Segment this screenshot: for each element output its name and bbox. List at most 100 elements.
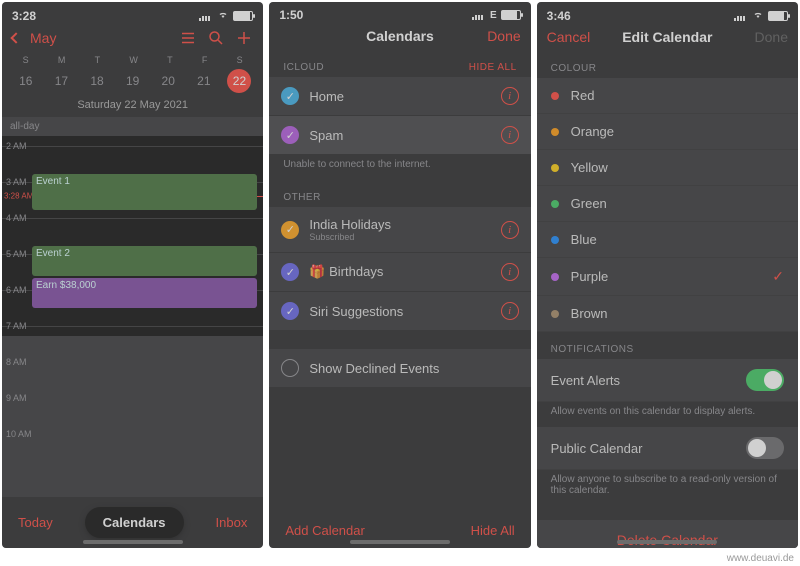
- check-icon: ✓: [281, 263, 299, 281]
- calendar-row[interactable]: ✓India HolidaysSubscribedi: [269, 207, 530, 253]
- alerts-note: Allow events on this calendar to display…: [537, 402, 798, 427]
- section-header-other: OTHER: [269, 180, 530, 207]
- row-label: Home: [309, 89, 490, 104]
- add-icon[interactable]: [235, 29, 253, 47]
- date-label: Saturday 22 May 2021: [2, 99, 263, 117]
- battery-icon: [768, 11, 788, 21]
- search-icon[interactable]: [207, 29, 225, 47]
- cancel-button[interactable]: Cancel: [547, 29, 607, 45]
- colour-row[interactable]: Orange: [537, 114, 798, 150]
- calendars-button[interactable]: Calendars: [85, 507, 184, 538]
- colour-row[interactable]: Purple ✓: [537, 258, 798, 296]
- public-calendar-row[interactable]: Public Calendar: [537, 427, 798, 470]
- colour-row[interactable]: Green: [537, 186, 798, 222]
- home-indicator[interactable]: [83, 540, 183, 544]
- day-cell[interactable]: 17: [49, 69, 73, 93]
- info-icon[interactable]: i: [501, 302, 519, 320]
- info-icon[interactable]: i: [501, 263, 519, 281]
- hour-label: 7 AM: [6, 321, 27, 331]
- chevron-left-icon: [10, 32, 21, 43]
- nav-bar: Calendars Done: [269, 24, 530, 50]
- event-alerts-row[interactable]: Event Alerts: [537, 359, 798, 402]
- colour-row[interactable]: Red: [537, 78, 798, 114]
- schedule-grid[interactable]: 2 AM3 AM4 AM5 AM6 AM7 AM8 AM9 AM10 AM3:2…: [2, 136, 263, 497]
- toggle-switch[interactable]: [746, 437, 784, 459]
- done-button[interactable]: Done: [728, 29, 788, 45]
- section-label: COLOUR: [551, 63, 597, 74]
- colour-dot-icon: [551, 200, 559, 208]
- colour-row[interactable]: Blue: [537, 222, 798, 258]
- home-indicator[interactable]: [617, 540, 717, 544]
- checkmark-icon: ✓: [772, 268, 784, 285]
- section-label: ICLOUD: [283, 62, 324, 73]
- colour-dot-icon: [551, 164, 559, 172]
- calendar-row[interactable]: ✓🎁 Birthdaysi: [269, 253, 530, 292]
- status-time: 1:50: [279, 8, 303, 22]
- status-bar: 3:46: [537, 2, 798, 25]
- battery-icon: [501, 10, 521, 20]
- event-block[interactable]: Event 1: [32, 174, 257, 210]
- check-icon: ✓: [281, 302, 299, 320]
- calendar-day-view-screen: 3:28 May SMTWTFS 16171819202122 Satu: [2, 2, 263, 548]
- toggle-switch[interactable]: [746, 369, 784, 391]
- error-note: Unable to connect to the internet.: [269, 155, 530, 180]
- check-icon: ✓: [281, 126, 299, 144]
- battery-icon: [233, 11, 253, 21]
- event-block[interactable]: Earn $38,000: [32, 278, 257, 308]
- colour-row[interactable]: Brown: [537, 296, 798, 332]
- colour-label: Yellow: [571, 160, 608, 175]
- back-button[interactable]: May: [12, 30, 72, 46]
- row-label: Public Calendar: [551, 441, 643, 456]
- home-indicator[interactable]: [350, 540, 450, 544]
- nav-bar: May: [2, 25, 263, 53]
- info-icon[interactable]: i: [501, 126, 519, 144]
- day-cell[interactable]: 21: [192, 69, 216, 93]
- day-cell[interactable]: 16: [14, 69, 38, 93]
- section-header-icloud: ICLOUD HIDE ALL: [269, 50, 530, 77]
- inbox-button[interactable]: Inbox: [216, 515, 248, 530]
- hour-label: 4 AM: [6, 213, 27, 223]
- edit-calendar-screen: 3:46 Cancel Edit Calendar Done COLOUR Re…: [537, 2, 798, 548]
- done-button[interactable]: Done: [461, 28, 521, 44]
- status-bar: 1:50 E: [269, 2, 530, 24]
- calendar-row[interactable]: ✓Spami: [269, 116, 530, 155]
- nav-bar: Cancel Edit Calendar Done: [537, 25, 798, 51]
- check-icon: ✓: [281, 87, 299, 105]
- day-cell[interactable]: 20: [156, 69, 180, 93]
- row-label: Event Alerts: [551, 373, 620, 388]
- day-picker[interactable]: 16 17 18 19 20 21 22: [2, 67, 263, 99]
- network-type: E: [490, 10, 497, 21]
- add-calendar-button[interactable]: Add Calendar: [285, 523, 365, 538]
- back-label: May: [30, 30, 56, 46]
- day-cell[interactable]: 22: [227, 69, 251, 93]
- list-icon[interactable]: [179, 29, 197, 47]
- section-header-colour: COLOUR: [537, 51, 798, 78]
- row-label: Siri Suggestions: [309, 304, 490, 319]
- section-header-notifications: NOTIFICATIONS: [537, 332, 798, 359]
- colour-label: Brown: [571, 306, 608, 321]
- colour-dot-icon: [551, 92, 559, 100]
- calendars-list-screen: 1:50 E Calendars Done ICLOUD HIDE ALL ✓ H…: [269, 2, 530, 548]
- hour-label: 3 AM: [6, 177, 27, 187]
- show-declined-row[interactable]: Show Declined Events: [269, 349, 530, 388]
- weekday-header: SMTWTFS: [2, 53, 263, 67]
- watermark: www.deuavi.de: [727, 553, 794, 564]
- hide-all-link[interactable]: HIDE ALL: [469, 62, 517, 73]
- event-block[interactable]: Event 2: [32, 246, 257, 276]
- calendar-row[interactable]: ✓ Homei: [269, 77, 530, 116]
- colour-label: Red: [571, 88, 595, 103]
- hour-label: 5 AM: [6, 249, 27, 259]
- hide-all-button[interactable]: Hide All: [471, 523, 515, 538]
- calendar-row[interactable]: ✓ Siri Suggestions i: [269, 292, 530, 331]
- info-icon[interactable]: i: [501, 87, 519, 105]
- allday-row[interactable]: all-day: [2, 117, 263, 136]
- colour-row[interactable]: Yellow: [537, 150, 798, 186]
- day-cell[interactable]: 19: [121, 69, 145, 93]
- day-cell[interactable]: 18: [85, 69, 109, 93]
- colour-label: Purple: [571, 269, 609, 284]
- row-label: Show Declined Events: [309, 361, 518, 376]
- info-icon[interactable]: i: [501, 221, 519, 239]
- colour-dot-icon: [551, 273, 559, 281]
- colour-dot-icon: [551, 310, 559, 318]
- today-button[interactable]: Today: [18, 515, 53, 530]
